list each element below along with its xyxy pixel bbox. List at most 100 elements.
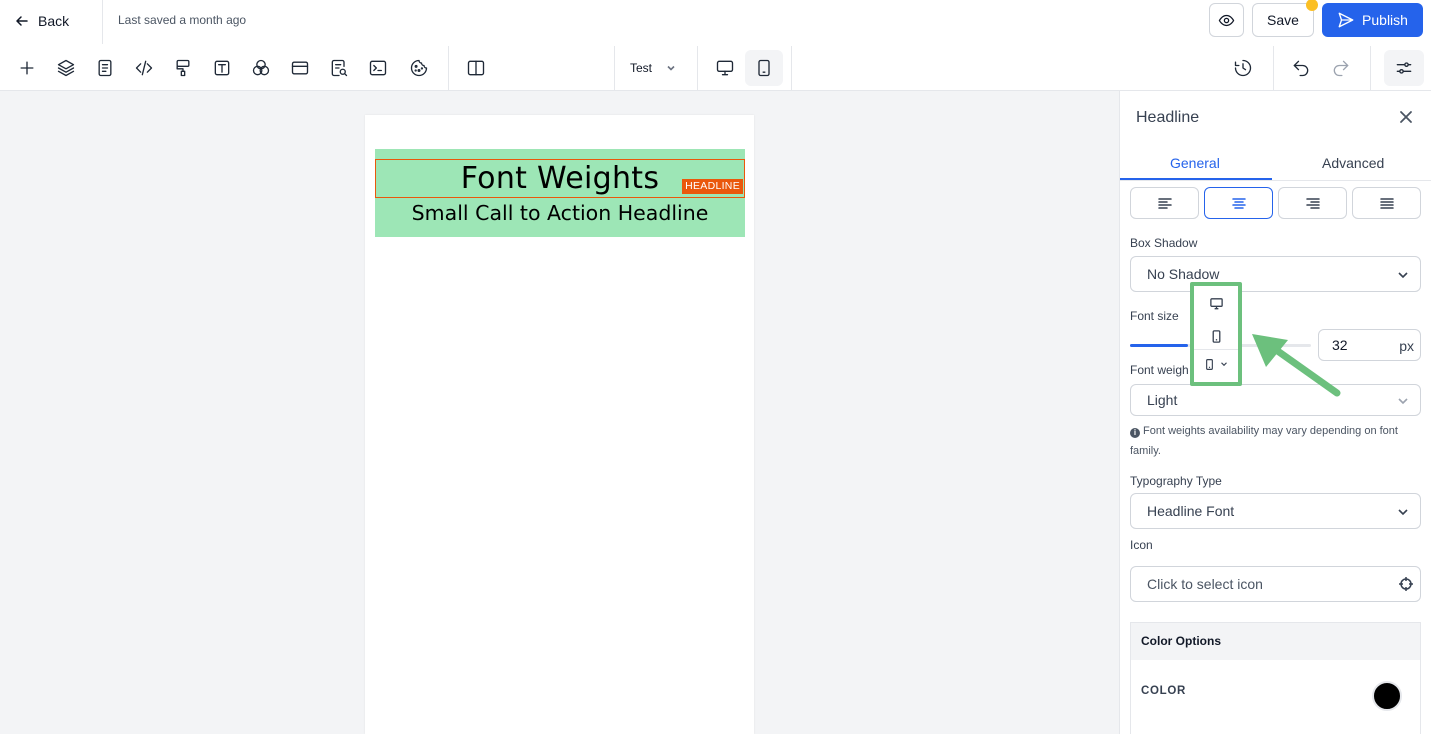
top-bar: Back Last saved a month ago Save Publish xyxy=(0,0,1431,91)
add-element-button[interactable] xyxy=(12,53,42,83)
back-label: Back xyxy=(38,13,70,29)
box-shadow-label: Box Shadow xyxy=(1130,236,1198,250)
active-tab-indicator xyxy=(1120,178,1272,180)
undo-button[interactable] xyxy=(1286,53,1316,83)
divider xyxy=(697,46,698,90)
seo-button[interactable] xyxy=(324,53,354,83)
eye-icon xyxy=(1218,14,1235,26)
cookie-button[interactable] xyxy=(404,53,434,83)
headline-text[interactable]: Font Weights xyxy=(461,161,660,196)
pages-button[interactable] xyxy=(90,53,120,83)
divider xyxy=(791,46,792,90)
redo-button[interactable] xyxy=(1326,53,1356,83)
font-size-slider-fill xyxy=(1130,344,1188,347)
chevron-down-icon xyxy=(1396,394,1410,408)
properties-panel: Headline General Advanced Box Shadow No … xyxy=(1119,91,1431,734)
color-swatch[interactable] xyxy=(1372,681,1402,711)
plus-icon xyxy=(20,61,34,75)
font-size-input[interactable]: 32 px xyxy=(1318,329,1421,361)
last-saved-status: Last saved a month ago xyxy=(118,13,247,27)
typography-button[interactable] xyxy=(207,53,237,83)
tab-general[interactable]: General xyxy=(1170,155,1220,171)
align-center-icon xyxy=(1231,198,1246,209)
box-shadow-value: No Shadow xyxy=(1147,266,1220,282)
tab-advanced[interactable]: Advanced xyxy=(1322,155,1384,171)
styles-button[interactable] xyxy=(168,53,198,83)
settings-panel-toggle[interactable] xyxy=(1384,50,1424,86)
chevron-down-icon xyxy=(1221,362,1227,367)
align-left-icon xyxy=(1157,198,1172,209)
hero-section[interactable]: Font Weights HEADLINE Small Call to Acti… xyxy=(375,149,745,237)
code-icon xyxy=(135,60,153,76)
color-options-header[interactable]: Color Options xyxy=(1131,623,1420,660)
mobile-icon xyxy=(1206,358,1213,370)
crosshair-icon xyxy=(1398,576,1414,592)
redo-icon xyxy=(1333,60,1349,77)
box-shadow-select[interactable]: No Shadow xyxy=(1130,256,1421,292)
typography-type-value: Headline Font xyxy=(1147,503,1235,519)
active-device-indicator[interactable] xyxy=(1194,352,1238,376)
color-options-section: Color Options COLOR xyxy=(1130,622,1421,734)
mobile-icon xyxy=(1212,329,1220,343)
split-view-icon xyxy=(467,60,485,76)
element-type-badge: HEADLINE xyxy=(682,179,743,194)
typography-type-label: Typography Type xyxy=(1130,474,1222,488)
preview-button[interactable] xyxy=(1209,3,1244,37)
code-button[interactable] xyxy=(129,53,159,83)
sliders-icon xyxy=(1396,62,1412,74)
mobile-icon xyxy=(758,59,770,77)
terminal-icon xyxy=(369,60,387,76)
icon-picker-placeholder: Click to select icon xyxy=(1147,576,1263,592)
typography-type-select[interactable]: Headline Font xyxy=(1130,493,1421,529)
desktop-device-option[interactable] xyxy=(1194,288,1238,318)
align-justify-button[interactable] xyxy=(1352,187,1421,219)
mobile-view-button[interactable] xyxy=(745,50,783,86)
close-panel-button[interactable] xyxy=(1397,108,1415,126)
popover-divider xyxy=(1194,349,1238,350)
layers-button[interactable] xyxy=(51,53,81,83)
mobile-device-option[interactable] xyxy=(1194,321,1238,351)
publish-button[interactable]: Publish xyxy=(1322,3,1423,37)
back-button[interactable]: Back xyxy=(14,8,69,34)
font-weight-hint: i Font weights availability may vary depe… xyxy=(1130,421,1426,461)
variant-select[interactable]: Test xyxy=(630,58,676,78)
page-icon xyxy=(98,59,112,77)
font-size-unit: px xyxy=(1399,338,1414,354)
color-circles-icon xyxy=(252,59,270,76)
align-right-button[interactable] xyxy=(1278,187,1347,219)
arrow-left-icon xyxy=(16,16,28,26)
align-center-button[interactable] xyxy=(1204,187,1273,219)
align-justify-icon xyxy=(1379,198,1394,209)
divider xyxy=(1273,46,1274,90)
font-weight-value: Light xyxy=(1147,392,1178,408)
desktop-view-button[interactable] xyxy=(710,53,740,83)
cookie-icon xyxy=(410,59,428,77)
sections-button[interactable] xyxy=(285,53,315,83)
text-icon xyxy=(214,60,230,76)
close-icon xyxy=(1400,111,1412,123)
divider xyxy=(1370,46,1371,90)
layers-icon xyxy=(57,59,75,77)
history-button[interactable] xyxy=(1228,53,1258,83)
divider xyxy=(102,0,103,44)
divider xyxy=(614,46,615,90)
chevron-down-icon xyxy=(1396,505,1410,519)
section-icon xyxy=(291,61,309,75)
align-left-button[interactable] xyxy=(1130,187,1199,219)
undo-icon xyxy=(1293,60,1309,77)
paint-roller-icon xyxy=(176,59,190,77)
colors-button[interactable] xyxy=(246,53,276,83)
icon-picker-field[interactable]: Click to select icon xyxy=(1130,566,1421,602)
color-label: COLOR xyxy=(1141,685,1187,697)
save-button[interactable]: Save xyxy=(1252,3,1314,37)
split-view-button[interactable] xyxy=(461,53,491,83)
icon-label: Icon xyxy=(1130,538,1153,552)
align-right-icon xyxy=(1305,198,1320,209)
publish-label: Publish xyxy=(1362,12,1408,28)
font-weight-select[interactable]: Light xyxy=(1130,384,1421,416)
device-picker-popover xyxy=(1190,282,1242,386)
scripts-button[interactable] xyxy=(363,53,393,83)
unsaved-indicator-dot xyxy=(1306,0,1318,11)
page-search-icon xyxy=(331,59,348,77)
subheadline-text[interactable]: Small Call to Action Headline xyxy=(375,201,745,225)
